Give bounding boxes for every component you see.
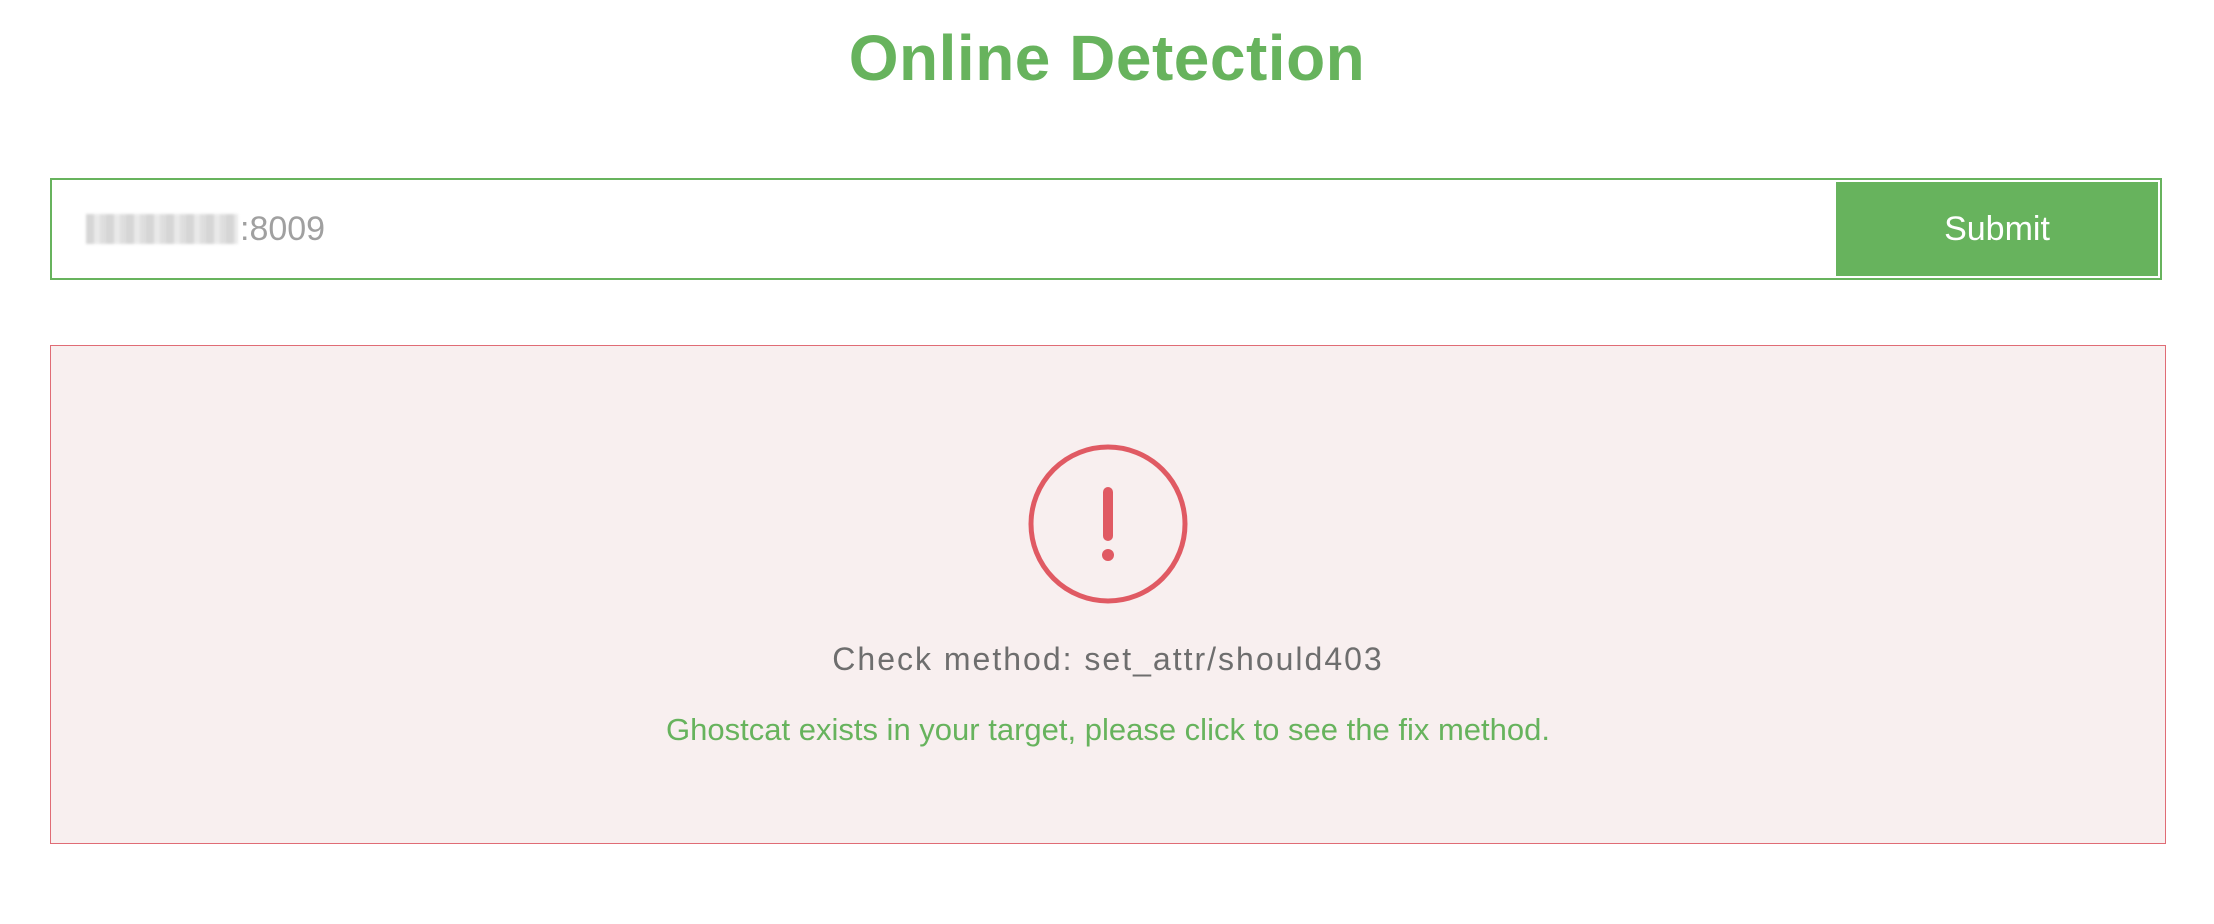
submit-button[interactable]: Submit — [1836, 182, 2158, 276]
redacted-host — [86, 214, 238, 244]
result-panel: Check method: set_attr/should403 Ghostca… — [50, 345, 2166, 844]
target-input-value: :8009 — [240, 209, 326, 248]
page: Online Detection :8009 Submit Check meth… — [0, 0, 2214, 924]
exclamation-circle-icon — [1028, 444, 1188, 604]
target-input[interactable]: :8009 — [52, 180, 1834, 278]
fix-method-link[interactable]: Ghostcat exists in your target, please c… — [51, 712, 2165, 748]
check-method-text: Check method: set_attr/should403 — [832, 641, 1384, 677]
page-title: Online Detection — [848, 22, 1366, 94]
target-form: :8009 Submit — [50, 178, 2162, 280]
